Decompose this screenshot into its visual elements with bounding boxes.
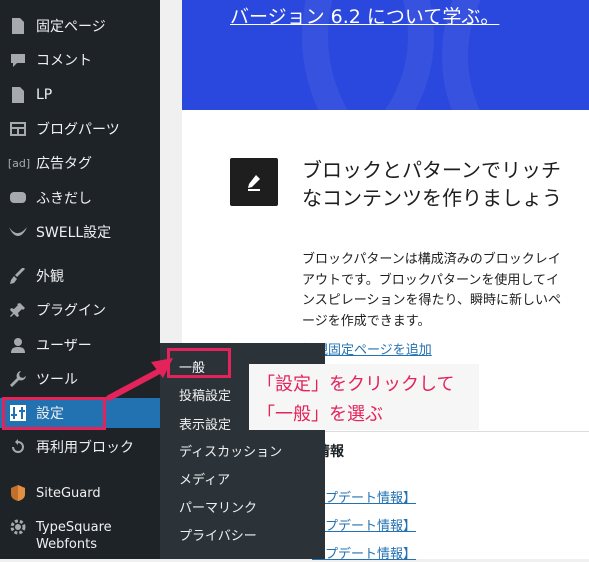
sidebar-item-label: コメント xyxy=(36,53,92,69)
sidebar-item-pages[interactable]: 固定ページ xyxy=(0,12,160,40)
sidebar-item-label: 外観 xyxy=(36,269,64,285)
submenu-item-privacy[interactable]: プライバシー xyxy=(179,525,257,544)
sidebar-item-typesquare[interactable]: TypeSquare Webfonts xyxy=(0,518,160,554)
siteguard-icon xyxy=(9,484,27,502)
sidebar-item-siteguard[interactable]: SiteGuard xyxy=(0,479,160,507)
wrench-icon xyxy=(9,370,27,388)
sidebar-item-balloons[interactable]: ふきだし xyxy=(0,184,160,212)
instruction-line-1: 「設定」をクリックして xyxy=(257,374,455,395)
ad-icon: [ad] xyxy=(7,156,31,170)
instruction-note: 「設定」をクリックして 「一般」を選ぶ xyxy=(249,364,479,430)
sidebar-item-label: LP xyxy=(36,87,53,103)
submenu-item-media[interactable]: メディア xyxy=(179,469,230,488)
sidebar-item-label-line1: TypeSquare xyxy=(36,520,112,535)
grid-icon xyxy=(9,120,27,138)
sidebar-item-label: プラグイン xyxy=(36,303,106,319)
sidebar-item-ad-tags[interactable]: [ad] 広告タグ xyxy=(0,149,160,177)
gear-icon xyxy=(9,518,27,536)
swallow-icon xyxy=(9,223,27,241)
sidebar-item-appearance[interactable]: 外観 xyxy=(0,262,160,290)
sidebar-item-blog-parts[interactable]: ブログパーツ xyxy=(0,115,160,143)
speech-bubble-icon xyxy=(9,189,27,207)
sidebar-item-label: ツール xyxy=(36,372,78,388)
instruction-line-2: 「一般」を選ぶ xyxy=(257,404,383,425)
submenu-item-discussion[interactable]: ディスカッション xyxy=(179,441,282,460)
admin-sidebar: 固定ページ コメント LP ブログパーツ [ad] 広告タグ ふきだし SWEL… xyxy=(0,0,160,559)
sidebar-item-label: ユーザー xyxy=(36,338,92,354)
learn-version-link[interactable]: バージョン 6.2 について学ぶ。 xyxy=(230,2,499,29)
sidebar-item-label: ふきだし xyxy=(36,191,92,207)
page-icon xyxy=(9,86,27,104)
sidebar-item-label: ブログパーツ xyxy=(36,122,120,138)
sidebar-item-swell-settings[interactable]: SWELL設定 xyxy=(0,218,160,246)
plugin-icon xyxy=(9,301,27,319)
sidebar-item-label: 再利用ブロック xyxy=(36,440,134,456)
sidebar-item-plugins[interactable]: プラグイン xyxy=(0,296,160,324)
sidebar-item-reusable-blocks[interactable]: 再利用ブロック xyxy=(0,433,160,461)
sidebar-item-label: 固定ページ xyxy=(36,19,106,35)
update-info-link[interactable]: ップデート情報】 xyxy=(312,515,416,534)
sidebar-item-label: 広告タグ xyxy=(36,156,92,172)
sidebar-item-label-line2: Webfonts xyxy=(36,537,97,552)
submenu-item-permalinks[interactable]: パーマリンク xyxy=(179,497,257,516)
page-icon xyxy=(9,17,27,35)
sidebar-item-label: SiteGuard xyxy=(36,485,101,501)
sidebar-item-label: TypeSquare Webfonts xyxy=(36,519,112,553)
sidebar-item-lp[interactable]: LP xyxy=(0,81,160,109)
sidebar-item-comments[interactable]: コメント xyxy=(0,46,160,74)
card-title: ブロックとパターンでリッチなコンテンツを作りましょう xyxy=(302,158,562,210)
welcome-banner: バージョン 6.2 について学ぶ。 xyxy=(182,0,589,110)
pencil-icon xyxy=(230,158,278,206)
update-info-link[interactable]: ップデート情報】 xyxy=(312,487,416,506)
reuse-icon xyxy=(9,438,27,456)
update-info-link[interactable]: ップデート情報】 xyxy=(312,543,416,562)
comment-icon xyxy=(9,51,27,69)
user-icon xyxy=(9,336,27,354)
arrow-annotation xyxy=(106,358,173,401)
sidebar-item-label: SWELL設定 xyxy=(36,225,112,241)
highlight-settings xyxy=(2,397,106,430)
submenu-item-reading[interactable]: 表示設定 xyxy=(179,414,231,433)
card-description: ブロックパターンは構成済みのブロックレイアウトです。ブロックパターンを使用してイ… xyxy=(302,252,561,329)
brush-icon xyxy=(9,267,27,285)
